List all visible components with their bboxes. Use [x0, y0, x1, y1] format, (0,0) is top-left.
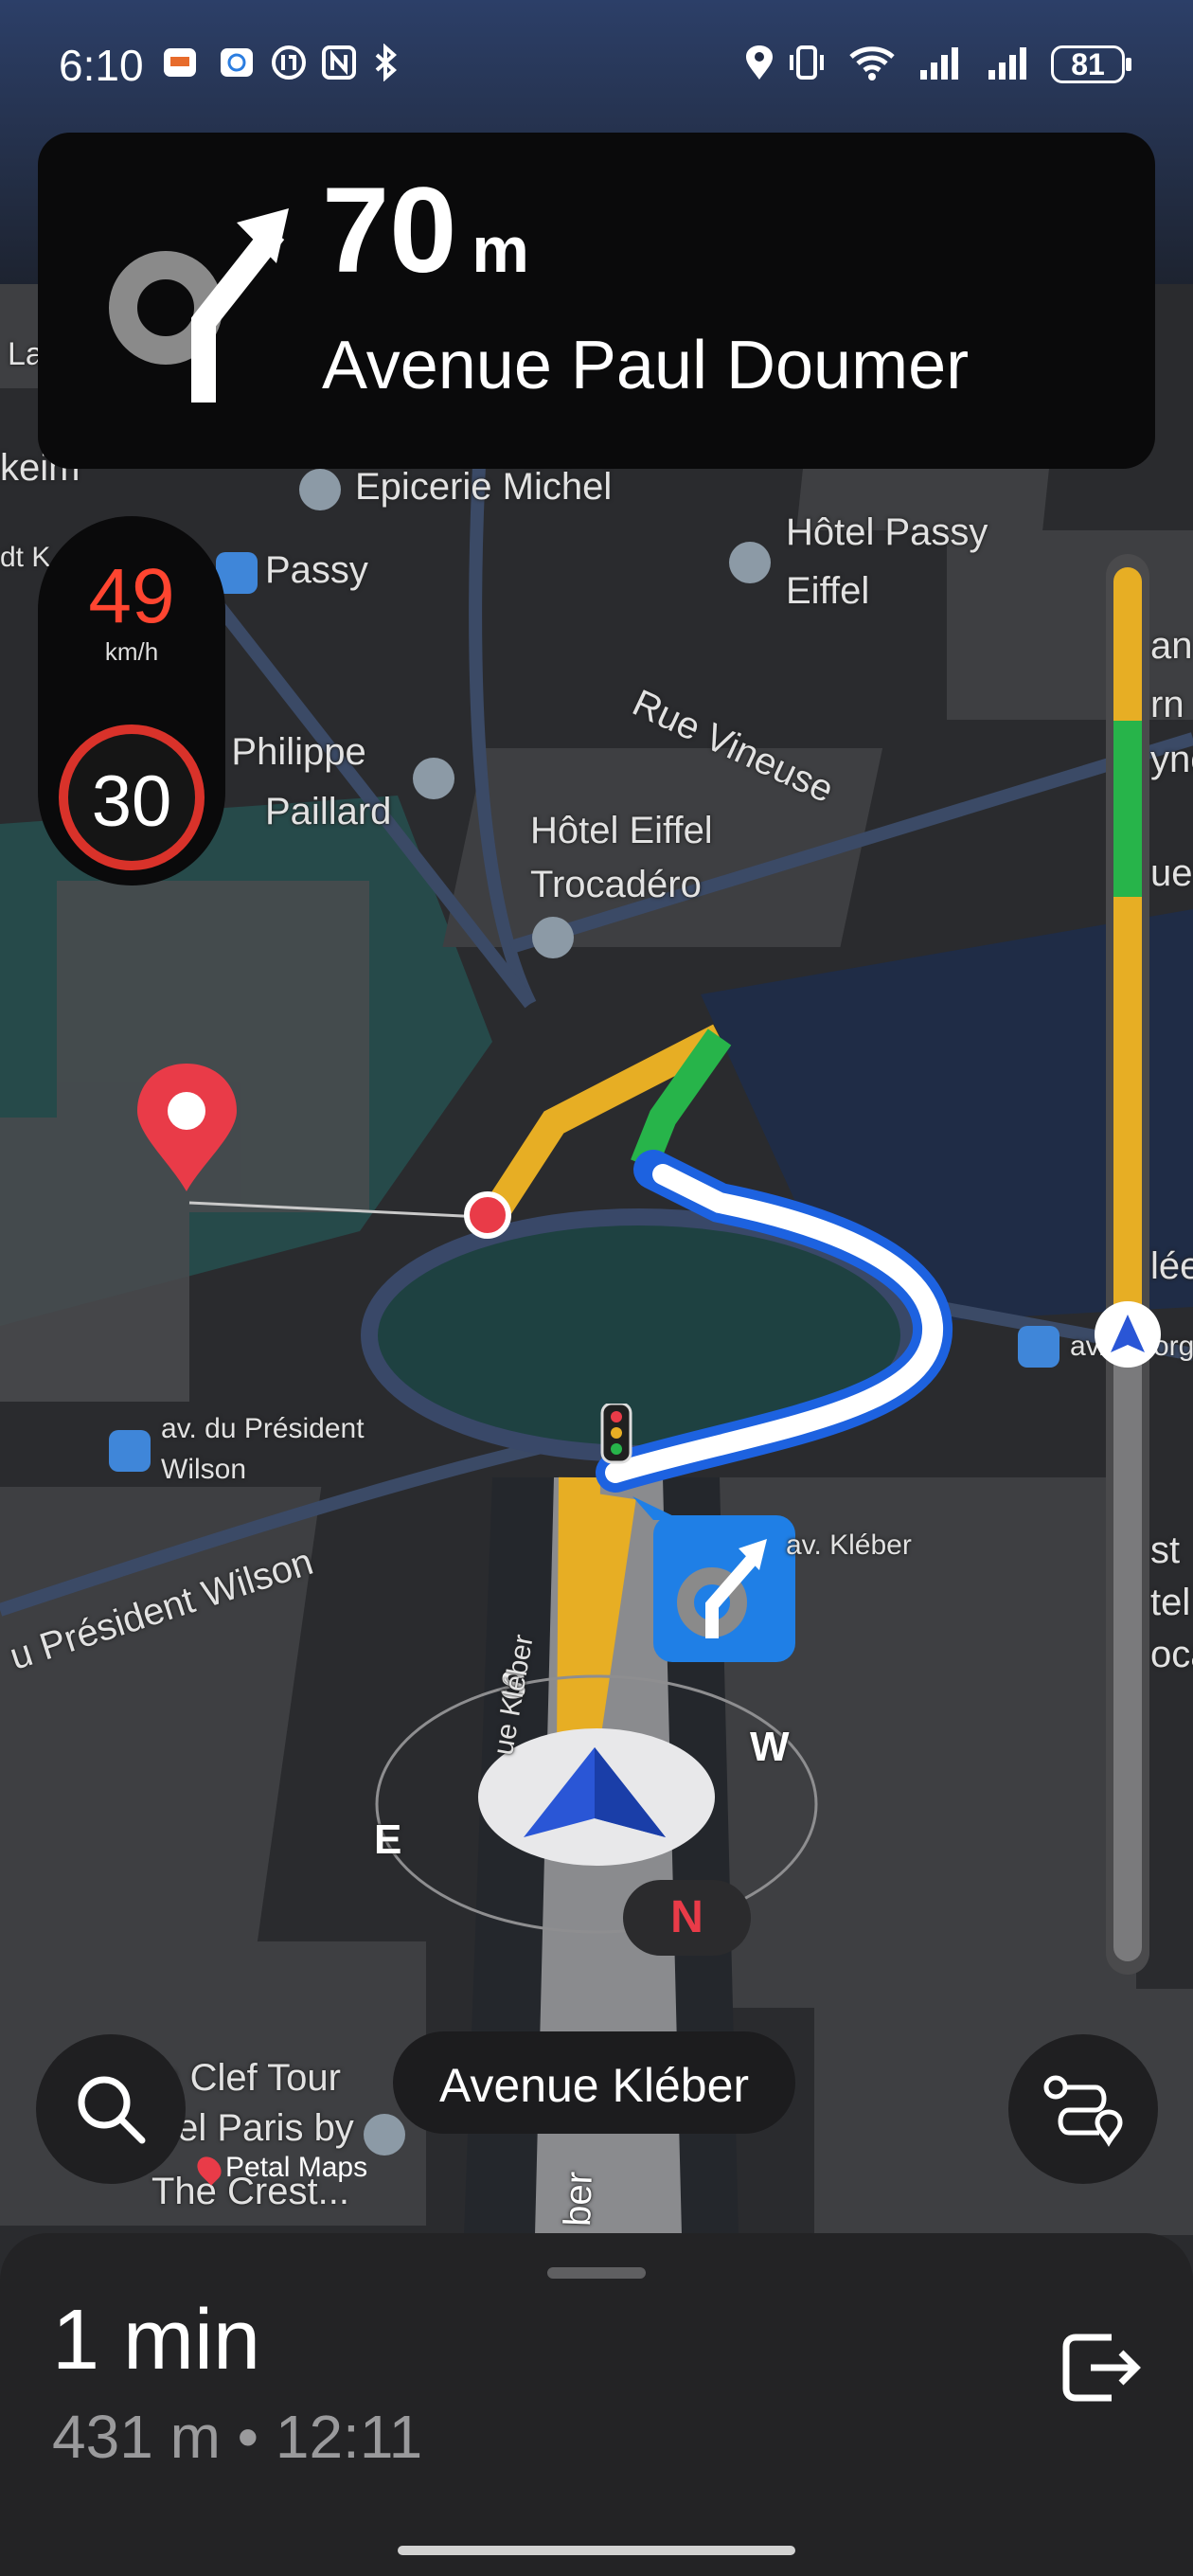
compass-north: N — [670, 1892, 703, 1942]
route-progress-free-flow — [1113, 721, 1142, 897]
petal-maps-watermark: Petal Maps — [192, 2152, 367, 2186]
map-label-kleber-bottom: ber — [557, 2171, 600, 2227]
route-options-icon — [1043, 2075, 1123, 2147]
speed-limit: 30 — [91, 761, 172, 842]
map-label-edge: tel — [1150, 1582, 1191, 1623]
signal-icon — [988, 47, 1026, 80]
app-notification-icon — [164, 48, 196, 77]
traffic-light-icon — [600, 1404, 632, 1464]
status-bar: 6:10 81 — [0, 0, 1193, 133]
map-label-hotel-passy-1[interactable]: Hôtel Passy — [786, 511, 988, 554]
current-speed: 49 — [88, 553, 175, 639]
compass-east: E — [374, 1816, 402, 1863]
battery-icon: 81 — [1051, 45, 1131, 83]
compass-north-chip: N — [623, 1880, 751, 1956]
map-label-edge: rn — [1150, 684, 1184, 725]
museum-icon[interactable] — [413, 758, 454, 799]
battery-level: 81 — [1071, 47, 1105, 81]
hotel-icon[interactable] — [532, 917, 574, 958]
maneuver-card[interactable]: 70 m Avenue Paul Doumer — [38, 133, 1155, 469]
search-button[interactable] — [36, 2034, 186, 2184]
map-label-epicerie[interactable]: Epicerie Michel — [355, 466, 612, 509]
map-label-edge: an — [1150, 625, 1193, 667]
metro-station-icon[interactable] — [109, 1430, 151, 1472]
map-label-edge: yne — [1150, 739, 1193, 780]
nfc-icon — [322, 45, 356, 80]
map-label-president-wilson-2[interactable]: Wilson — [161, 1454, 246, 1486]
current-street-chip: Avenue Kléber — [393, 2031, 795, 2134]
bluetooth-icon — [375, 44, 398, 81]
location-icon — [746, 45, 773, 80]
trip-duration: 1 min — [52, 2293, 261, 2388]
speedometer: 49 km/h 30 — [38, 516, 225, 886]
app-notification-icon — [272, 45, 306, 80]
compass-west: W — [750, 1724, 790, 1770]
destination-pin-icon[interactable] — [133, 1059, 241, 1196]
map-label-edge: ue — [1150, 852, 1193, 894]
map-label-philippe-2[interactable]: Paillard — [265, 791, 391, 833]
maneuver-street: Avenue Paul Doumer — [322, 328, 970, 403]
navigation-arrow-icon — [524, 1747, 666, 1837]
search-icon — [78, 2076, 146, 2144]
map-label-edge: st — [1150, 1530, 1181, 1571]
maneuver-bubble-icon — [632, 1496, 795, 1662]
map-label-philippe-1[interactable]: r Philippe — [208, 731, 366, 774]
wifi-icon — [849, 46, 895, 80]
navigation-arrow-icon — [1111, 1315, 1145, 1352]
shop-icon[interactable] — [299, 469, 341, 510]
home-indicator[interactable] — [398, 2546, 795, 2555]
map-label-hotel-troca-1[interactable]: Hôtel Eiffel — [530, 810, 713, 852]
map-label-edge: lée — [1150, 1245, 1193, 1287]
status-time: 6:10 — [59, 41, 144, 90]
route-progress-remaining — [1113, 1334, 1142, 1961]
metro-station-icon[interactable] — [1018, 1326, 1059, 1368]
signal-icon — [920, 47, 958, 80]
current-street: Avenue Kléber — [438, 2059, 750, 2112]
route-progress-traffic — [1113, 567, 1142, 1334]
roundabout-exit-icon — [109, 208, 289, 402]
trip-summary-sheet[interactable]: 1 min 431 m • 12:11 — [0, 2233, 1193, 2576]
app-notification-icon — [221, 48, 253, 77]
maneuver-distance: 70 m — [322, 163, 529, 298]
trip-details: 431 m • 12:11 — [52, 2403, 423, 2471]
map-label-edge: oca — [1150, 1634, 1193, 1675]
hotel-icon[interactable] — [729, 542, 771, 583]
route-options-button[interactable] — [1008, 2034, 1158, 2184]
sheet-drag-handle[interactable] — [547, 2267, 646, 2279]
hotel-icon[interactable] — [364, 2114, 405, 2156]
route-progress-marker — [1095, 1301, 1161, 1368]
route-progress-bar — [1095, 554, 1161, 1975]
speed-unit: km/h — [104, 637, 159, 666]
map-label-hotel-troca-2[interactable]: Trocadéro — [530, 864, 702, 906]
map-label-hotel-passy-2[interactable]: Eiffel — [786, 570, 869, 613]
vibrate-icon — [790, 45, 824, 80]
map-label-president-wilson-1[interactable]: av. du Président — [161, 1413, 365, 1445]
speed-limit-sign: 30 — [59, 724, 205, 870]
map-label-passy[interactable]: Passy — [265, 549, 368, 592]
exit-navigation-icon[interactable] — [1051, 2320, 1146, 2415]
map-label-av-kleber: av. Kléber — [786, 1530, 912, 1561]
